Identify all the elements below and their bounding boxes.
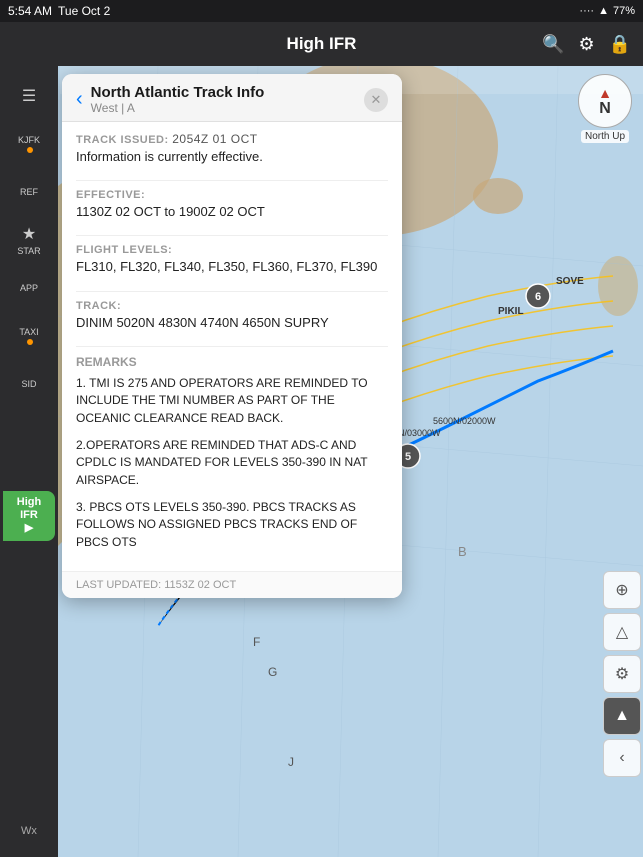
compass-arrow: ▲	[598, 85, 612, 101]
sid-label: SID	[21, 379, 36, 389]
remark-2: 2.OPERATORS ARE REMINDED THAT ADS-C AND …	[76, 437, 388, 489]
divider-3	[76, 291, 388, 292]
svg-text:G: G	[268, 665, 277, 679]
compass-circle: ▲ N	[578, 74, 632, 128]
app-label: APP	[20, 283, 38, 293]
track-section: TRACK: DINIM 5020N 4830N 4740N 4650N SUP…	[76, 300, 388, 332]
svg-text:J: J	[288, 755, 294, 769]
remark-1: 1. TMI IS 275 AND OPERATORS ARE REMINDED…	[76, 375, 388, 427]
kjfk-label: KJFK	[18, 135, 40, 145]
flight-levels-label: FLIGHT LEVELS:	[76, 244, 388, 256]
effective-value: 1130Z 02 OCT to 1900Z 02 OCT	[76, 203, 388, 221]
info-panel-body[interactable]: TRACK ISSUED: 2054Z 01 OCT Information i…	[62, 122, 402, 571]
triangle-icon: △	[616, 622, 628, 642]
chevron-button[interactable]: ‹	[603, 739, 641, 777]
battery-level: 77%	[613, 5, 635, 17]
settings-icon[interactable]: ⚙	[578, 34, 594, 55]
sidebar-item-star[interactable]: ★ STAR	[3, 218, 55, 262]
info-panel-header: ‹ North Atlantic Track Info West | A ✕	[62, 74, 402, 122]
svg-text:5: 5	[405, 451, 411, 463]
info-panel: ‹ North Atlantic Track Info West | A ✕ T…	[62, 74, 402, 598]
north-up-compass[interactable]: ▲ N North Up	[575, 74, 635, 144]
divider-4	[76, 346, 388, 347]
sidebar-item-kjfk[interactable]: KJFK	[3, 122, 55, 166]
taxi-label: TAXI	[19, 327, 38, 337]
wx-label[interactable]: Wx	[0, 825, 58, 837]
divider-2	[76, 235, 388, 236]
sidebar-item-ref[interactable]: REF	[3, 170, 55, 214]
track-label: TRACK:	[76, 300, 388, 312]
sidebar-item-sid[interactable]: SID	[3, 362, 55, 406]
status-time: 5:54 AM	[8, 4, 52, 18]
sidebar-item-taxi[interactable]: TAXI	[3, 314, 55, 358]
nav-title: High IFR	[287, 34, 357, 54]
status-bar: 5:54 AM Tue Oct 2 ···· ▲ 77%	[0, 0, 643, 22]
taxi-dot	[27, 339, 33, 345]
track-issued-section: TRACK ISSUED: 2054Z 01 OCT Information i…	[76, 132, 388, 166]
panel-title-wrap: North Atlantic Track Info West | A	[91, 84, 356, 115]
svg-text:B: B	[458, 544, 467, 559]
sidebar-item-app[interactable]: APP	[3, 266, 55, 310]
track-issued-label: TRACK ISSUED: 2054Z 01 OCT	[76, 132, 388, 146]
status-day: Tue Oct 2	[58, 4, 110, 18]
ifr-label: IFR	[20, 509, 38, 522]
panel-close-button[interactable]: ✕	[364, 88, 388, 112]
panel-subtitle: West | A	[91, 101, 356, 115]
track-value: DINIM 5020N 4830N 4740N 4650N SUPRY	[76, 314, 388, 332]
panel-back-button[interactable]: ‹	[76, 88, 83, 111]
last-updated-label: LAST UPDATED:	[76, 579, 161, 591]
effective-label: EFFECTIVE:	[76, 189, 388, 201]
map-area[interactable]: 3 4 5 6 A › B SOVE PIKIL 5600N/02000W 55…	[58, 66, 643, 857]
target-icon: ⊕	[615, 580, 628, 600]
remarks-title: REMARKS	[76, 355, 388, 369]
svg-text:5600N/02000W: 5600N/02000W	[433, 416, 496, 426]
remark-3: 3. PBCS OTS LEVELS 350-390. PBCS TRACKS …	[76, 499, 388, 551]
layers-button[interactable]: ▲	[603, 697, 641, 735]
high-ifr-badge[interactable]: High IFR ▶	[3, 491, 55, 541]
gear-icon: ⚙	[615, 664, 629, 684]
layers-icon2: ▲	[614, 707, 630, 725]
sidebar-item-layers[interactable]: ☰	[3, 74, 55, 118]
north-up-label: North Up	[581, 130, 629, 143]
last-updated-value: 1153Z 02 OCT	[164, 579, 236, 591]
effective-section: EFFECTIVE: 1130Z 02 OCT to 1900Z 02 OCT	[76, 189, 388, 221]
badge-arrow: ▶	[25, 522, 33, 535]
target-button[interactable]: ⊕	[603, 571, 641, 609]
gear-button[interactable]: ⚙	[603, 655, 641, 693]
left-sidebar: ☰ KJFK REF ★ STAR APP TAXI SID High IFR …	[0, 66, 58, 857]
star-label: STAR	[17, 246, 40, 256]
top-nav-bar: High IFR 🔍 ⚙ 🔒	[0, 22, 643, 66]
layers-icon: ☰	[22, 86, 36, 106]
signal-icon: ····	[579, 5, 594, 17]
flight-levels-section: FLIGHT LEVELS: FL310, FL320, FL340, FL35…	[76, 244, 388, 276]
right-tools: ⊕ △ ⚙ ▲ ‹	[601, 571, 643, 777]
chevron-icon: ‹	[619, 749, 624, 767]
compass-n: N	[599, 101, 611, 117]
svg-text:PIKIL: PIKIL	[498, 306, 524, 317]
lock-icon[interactable]: 🔒	[609, 34, 631, 55]
flight-levels-value: FL310, FL320, FL340, FL350, FL360, FL370…	[76, 258, 388, 276]
info-panel-footer: LAST UPDATED: 1153Z 02 OCT	[62, 571, 402, 598]
kjfk-dot	[27, 147, 33, 153]
wifi-icon: ▲	[598, 5, 609, 17]
ref-label: REF	[20, 187, 38, 197]
high-label: High	[17, 496, 41, 509]
star-icon: ★	[22, 224, 36, 244]
divider-1	[76, 180, 388, 181]
svg-text:6: 6	[535, 291, 541, 303]
track-status-value: Information is currently effective.	[76, 148, 388, 166]
search-icon[interactable]: 🔍	[542, 34, 564, 55]
svg-text:SOVE: SOVE	[556, 276, 584, 287]
svg-text:F: F	[253, 635, 260, 649]
triangle-button[interactable]: △	[603, 613, 641, 651]
panel-title: North Atlantic Track Info	[91, 84, 356, 101]
